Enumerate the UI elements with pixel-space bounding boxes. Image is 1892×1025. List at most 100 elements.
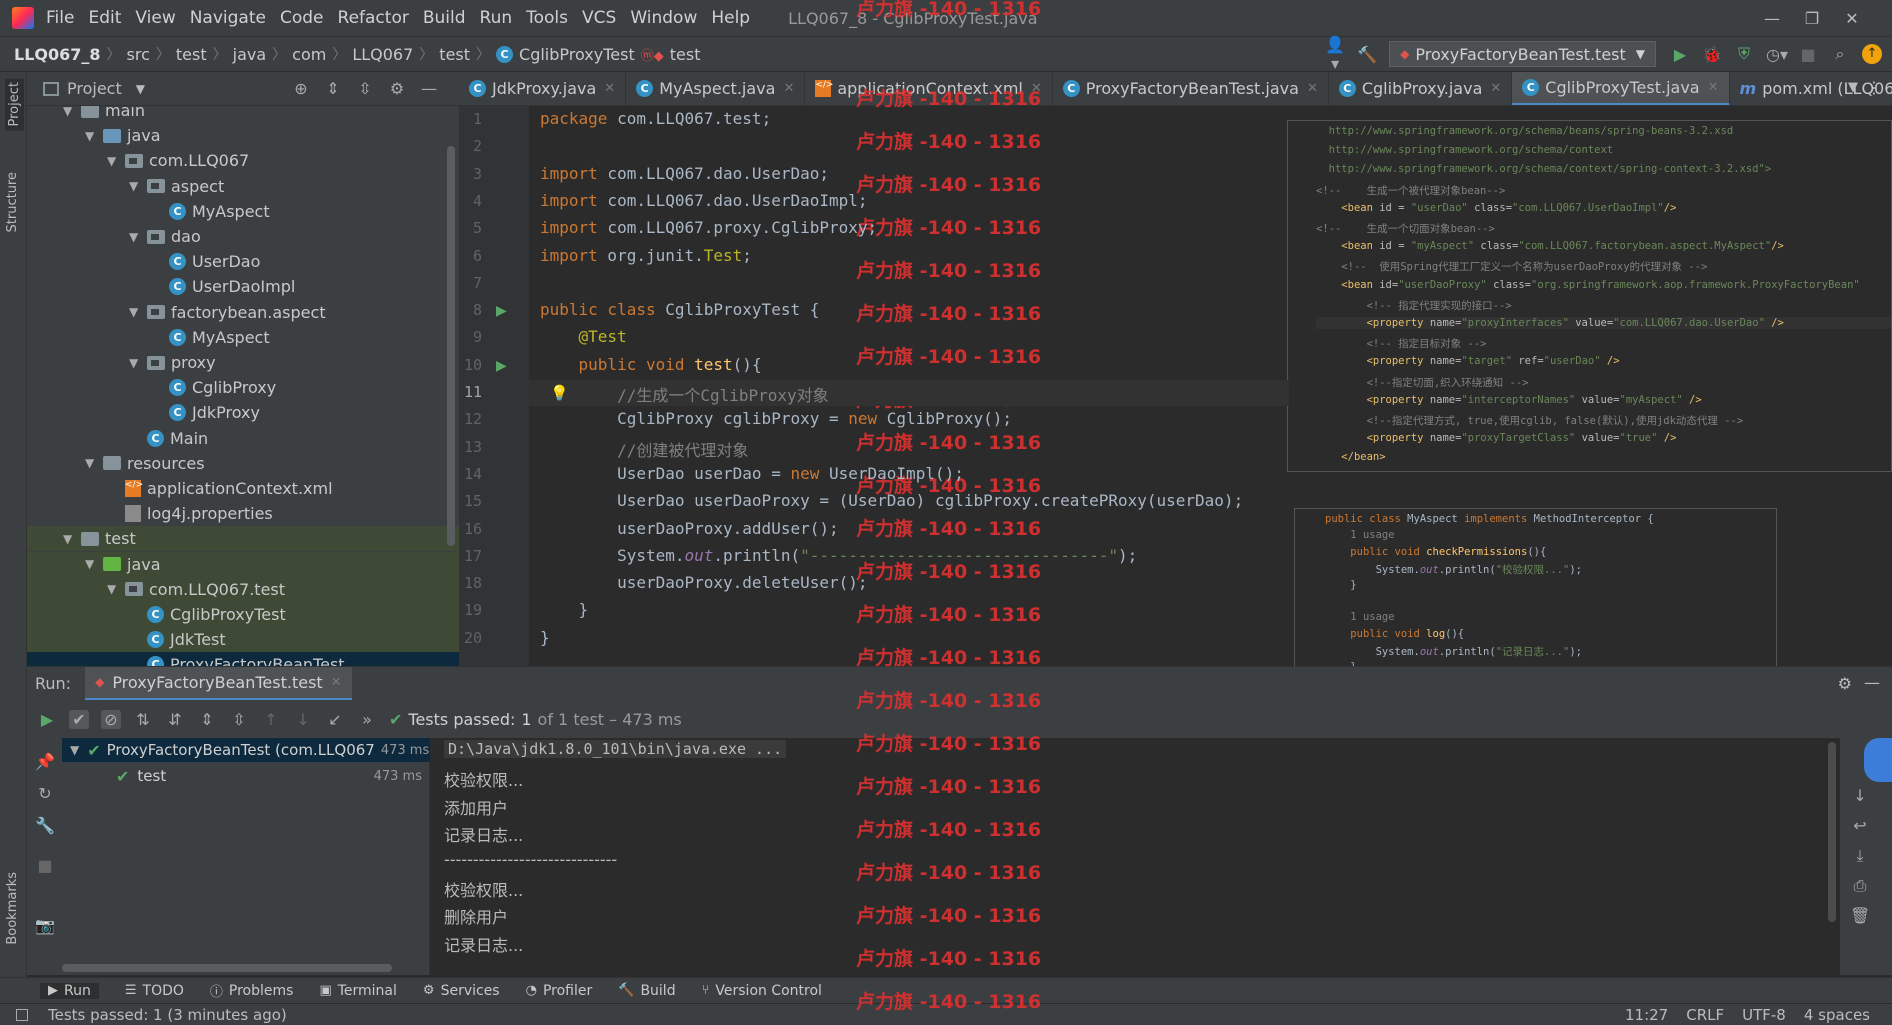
soft-wrap-icon[interactable]: ↩ [1850,816,1870,835]
horizontal-scrollbar[interactable] [62,964,392,972]
tool-tab-profiler[interactable]: ◔ Profiler [526,983,593,999]
chevron-down-icon[interactable]: ▼ [107,154,125,168]
chevron-down-icon[interactable]: ▼ [129,230,147,244]
gear-icon[interactable]: ⚙ [1838,674,1852,693]
more-options-icon[interactable]: ⋮ [1866,78,1882,97]
hide-panel-icon[interactable]: — [1864,673,1880,692]
previous-test-icon[interactable]: ↑ [261,710,281,729]
print-icon[interactable]: ⎙ [1850,876,1870,896]
search-icon[interactable]: ⌕ [1830,44,1850,64]
build-hammer-icon[interactable]: 🔨 [1357,45,1377,64]
line-separator[interactable]: CRLF [1686,1006,1724,1024]
collapse-all-icon[interactable]: ⇳ [355,79,375,98]
tree-item[interactable]: log4j.properties [107,501,273,526]
breadcrumb-item[interactable]: CglibProxyTest [519,45,635,64]
collapse-all-icon[interactable]: ⇳ [229,710,249,729]
scroll-down-icon[interactable]: ↓ [1850,786,1870,805]
minimize-icon[interactable]: — [1752,9,1792,28]
editor-tab[interactable]: C CglibProxy.java ✕ [1329,72,1513,105]
project-side-tab[interactable]: Project [5,78,24,131]
status-message[interactable]: Tests passed: 1 (3 minutes ago) [48,1006,287,1024]
menu-build[interactable]: Build [423,8,466,28]
tree-item[interactable]: C UserDaoImpl [151,274,295,299]
status-toggle-icon[interactable] [16,1008,28,1021]
breadcrumb-item[interactable]: com [292,45,326,64]
tree-item[interactable]: ▼ java [27,551,459,577]
update-icon[interactable]: ↑ [1862,44,1882,64]
breadcrumb-item[interactable]: src [127,45,150,64]
chevron-down-icon[interactable]: ▼ [129,305,147,319]
menu-code[interactable]: Code [280,8,324,28]
menu-tools[interactable]: Tools [526,8,568,28]
menu-refactor[interactable]: Refactor [338,8,409,28]
tool-tab-todo[interactable]: ☰ TODO [125,983,184,999]
tool-tab-run[interactable]: ▶ Run [40,982,99,999]
run-gutter-icon[interactable]: ▶ [496,358,507,374]
import-tests-icon[interactable]: ↙ [325,710,345,729]
tree-item[interactable]: ▼ resources [85,451,205,476]
tree-item[interactable]: C UserDao [151,249,260,274]
ai-assistant-icon[interactable] [1864,738,1892,782]
close-icon[interactable]: ✕ [1832,9,1872,28]
more-icon[interactable]: » [357,710,377,729]
chevron-down-icon[interactable]: ▼ [85,557,103,571]
restart-icon[interactable]: ↻ [35,784,55,803]
tree-item[interactable]: C CglibProxy [151,375,276,400]
tree-item[interactable]: ▼ main [63,106,145,123]
vertical-scrollbar[interactable] [447,146,455,546]
tree-item[interactable]: ▼ com.LLQ067 [107,148,249,173]
bookmarks-side-tab[interactable]: Bookmarks [5,872,20,945]
tree-item[interactable]: C JdkProxy [151,400,260,425]
tree-item[interactable]: C Main [129,426,208,451]
menu-view[interactable]: View [135,8,175,28]
stop-icon[interactable]: ■ [1798,45,1818,64]
indent-setting[interactable]: 4 spaces [1804,1006,1870,1024]
lightbulb-icon[interactable]: 💡 [550,384,569,402]
menu-vcs[interactable]: VCS [582,8,616,28]
breadcrumb-item[interactable]: test [439,45,470,64]
menu-window[interactable]: Window [630,8,697,28]
gear-icon[interactable]: ⚙ [387,79,407,98]
file-encoding[interactable]: UTF-8 [1742,1006,1786,1024]
tree-item[interactable]: ▼ dao [129,224,201,249]
tree-item[interactable]: C CglibProxyTest [27,602,459,627]
run-tab[interactable]: ◆ ProxyFactoryBeanTest.test ✕ [85,666,352,701]
console-output[interactable]: D:\Java\jdk1.8.0_101\bin\java.exe ... 校验权… [430,738,1840,975]
sort-duration-icon[interactable]: ⇵ [165,710,185,729]
tool-tab-build[interactable]: 🔨 Build [618,983,675,999]
run-gutter-icon[interactable]: ▶ [496,303,507,319]
next-test-icon[interactable]: ↓ [293,710,313,729]
breadcrumb-item[interactable]: LLQ067_8 [14,45,101,64]
test-case-row[interactable]: ✔ test 473 ms [62,764,430,788]
locate-icon[interactable]: ⊕ [291,79,311,98]
tree-item[interactable]: C MyAspect [151,325,270,350]
test-suite-row[interactable]: ▼ ✔ ProxyFactoryBeanTest (com.LLQ067 473… [62,738,430,762]
trash-icon[interactable]: 🗑 [1850,906,1870,925]
chevron-down-icon[interactable]: ▼ [107,582,125,596]
chevron-down-icon[interactable]: ▼ [129,179,147,193]
user-icon[interactable]: 👤▾ [1325,35,1345,73]
restore-icon[interactable]: ❐ [1792,9,1832,28]
close-icon[interactable]: ✕ [1490,81,1501,96]
sort-alpha-icon[interactable]: ⇅ [133,710,153,729]
chevron-down-icon[interactable]: ▼ [63,532,81,546]
hide-panel-icon[interactable]: — [419,79,439,98]
vertical-scrollbar[interactable] [1828,742,1836,922]
chevron-down-icon[interactable]: ▼ [85,129,103,143]
menu-edit[interactable]: Edit [88,8,121,28]
pin-icon[interactable]: 📌 [35,752,55,771]
close-icon[interactable]: ✕ [604,81,615,96]
close-icon[interactable]: ✕ [331,675,342,690]
expand-all-icon[interactable]: ⇕ [323,79,343,98]
tool-tab-services[interactable]: ⚙ Services [423,983,500,999]
breadcrumb-item[interactable]: java [233,45,267,64]
run-icon[interactable]: ▶ [1670,45,1690,64]
close-icon[interactable]: ✕ [1307,81,1318,96]
tree-item[interactable]: ▼ com.LLQ067.test [27,576,459,602]
editor-tab[interactable]: C CglibProxyTest.java ✕ [1512,72,1730,105]
tree-item[interactable]: C MyAspect [151,199,270,224]
menu-run[interactable]: Run [480,8,513,28]
editor-tab[interactable]: C MyAspect.java ✕ [626,72,806,105]
project-panel-title[interactable]: Project [67,79,122,98]
stop-icon[interactable]: ■ [35,856,55,875]
